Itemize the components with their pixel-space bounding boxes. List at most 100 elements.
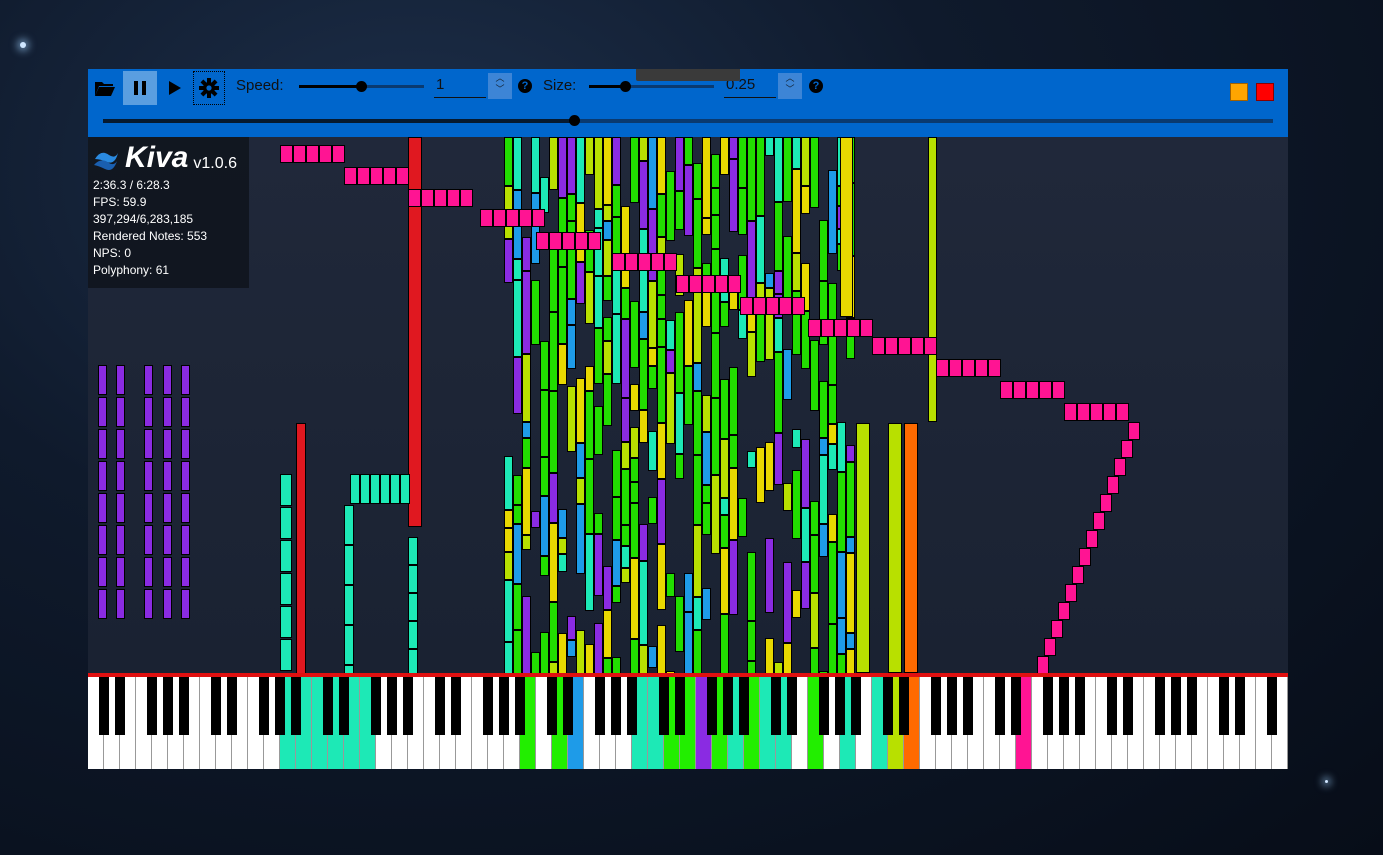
size-help-icon[interactable]: ? [809, 79, 823, 93]
note [1107, 476, 1119, 494]
note [638, 253, 651, 271]
seek-bar[interactable] [103, 115, 1273, 126]
black-key[interactable] [1075, 677, 1085, 735]
black-key[interactable] [947, 677, 957, 735]
black-key[interactable] [851, 677, 861, 735]
black-key[interactable] [371, 677, 381, 735]
note [729, 159, 738, 232]
black-key[interactable] [499, 677, 509, 735]
note [181, 397, 190, 427]
open-file-button[interactable] [90, 71, 120, 105]
black-key[interactable] [563, 677, 573, 735]
black-key[interactable] [1043, 677, 1053, 735]
black-key[interactable] [1235, 677, 1245, 735]
note [513, 474, 522, 506]
black-key[interactable] [227, 677, 237, 735]
black-key[interactable] [1059, 677, 1069, 735]
note [621, 546, 630, 568]
speed-input[interactable]: 1 [434, 76, 486, 98]
black-key[interactable] [435, 677, 445, 735]
black-key[interactable] [899, 677, 909, 735]
black-key[interactable] [179, 677, 189, 735]
note [522, 354, 531, 422]
close-button[interactable] [1256, 83, 1274, 101]
black-key[interactable] [611, 677, 621, 735]
speed-label: Speed: [236, 77, 284, 94]
black-key[interactable] [723, 677, 733, 735]
black-key[interactable] [771, 677, 781, 735]
play-button[interactable] [160, 71, 190, 105]
black-key[interactable] [211, 677, 221, 735]
note [747, 552, 756, 622]
note [676, 275, 689, 293]
black-key[interactable] [387, 677, 397, 735]
note [531, 651, 540, 673]
note [396, 167, 409, 185]
black-key[interactable] [675, 677, 685, 735]
black-key[interactable] [275, 677, 285, 735]
note [693, 630, 702, 673]
black-key[interactable] [163, 677, 173, 735]
speed-slider[interactable] [299, 81, 424, 92]
note [810, 340, 819, 412]
black-key[interactable] [1219, 677, 1229, 735]
black-key[interactable] [403, 677, 413, 735]
speed-spinner[interactable]: ︿ ﹀ [488, 73, 512, 99]
black-key[interactable] [291, 677, 301, 735]
note [603, 317, 612, 341]
black-key[interactable] [595, 677, 605, 735]
size-spinner[interactable]: ︿ ﹀ [778, 73, 802, 99]
black-key[interactable] [115, 677, 125, 735]
note [975, 359, 988, 377]
black-key[interactable] [963, 677, 973, 735]
black-key[interactable] [1123, 677, 1133, 735]
black-key[interactable] [1267, 677, 1277, 735]
gear-icon [199, 78, 219, 98]
black-key[interactable] [1187, 677, 1197, 735]
black-key[interactable] [147, 677, 157, 735]
size-slider[interactable] [589, 81, 714, 92]
black-key[interactable] [99, 677, 109, 735]
note [666, 572, 675, 598]
black-key[interactable] [451, 677, 461, 735]
black-key[interactable] [259, 677, 269, 735]
note [666, 349, 675, 374]
note [639, 410, 648, 443]
black-key[interactable] [323, 677, 333, 735]
black-key[interactable] [659, 677, 669, 735]
black-key[interactable] [835, 677, 845, 735]
black-key[interactable] [1155, 677, 1165, 735]
black-key[interactable] [883, 677, 893, 735]
black-key[interactable] [787, 677, 797, 735]
window-drag-handle[interactable] [636, 69, 740, 81]
minimize-button[interactable] [1230, 83, 1248, 101]
note [536, 232, 549, 250]
black-key[interactable] [1011, 677, 1021, 735]
black-key[interactable] [995, 677, 1005, 735]
note [756, 216, 765, 284]
note [549, 232, 562, 250]
note [936, 359, 949, 377]
black-key[interactable] [627, 677, 637, 735]
speed-help-icon[interactable]: ? [518, 79, 532, 93]
note [567, 616, 576, 640]
black-key[interactable] [547, 677, 557, 735]
note [729, 137, 738, 160]
black-key[interactable] [739, 677, 749, 735]
black-key[interactable] [707, 677, 717, 735]
black-key[interactable] [1107, 677, 1117, 735]
settings-button[interactable] [193, 71, 225, 105]
note [666, 319, 675, 350]
black-key[interactable] [819, 677, 829, 735]
note [765, 538, 774, 614]
note [651, 253, 664, 271]
black-key[interactable] [515, 677, 525, 735]
pause-button[interactable] [123, 71, 157, 105]
black-key[interactable] [931, 677, 941, 735]
black-key[interactable] [339, 677, 349, 735]
black-key[interactable] [1171, 677, 1181, 735]
play-icon [169, 81, 181, 95]
black-key[interactable] [483, 677, 493, 735]
note [540, 341, 549, 390]
note [296, 423, 306, 673]
